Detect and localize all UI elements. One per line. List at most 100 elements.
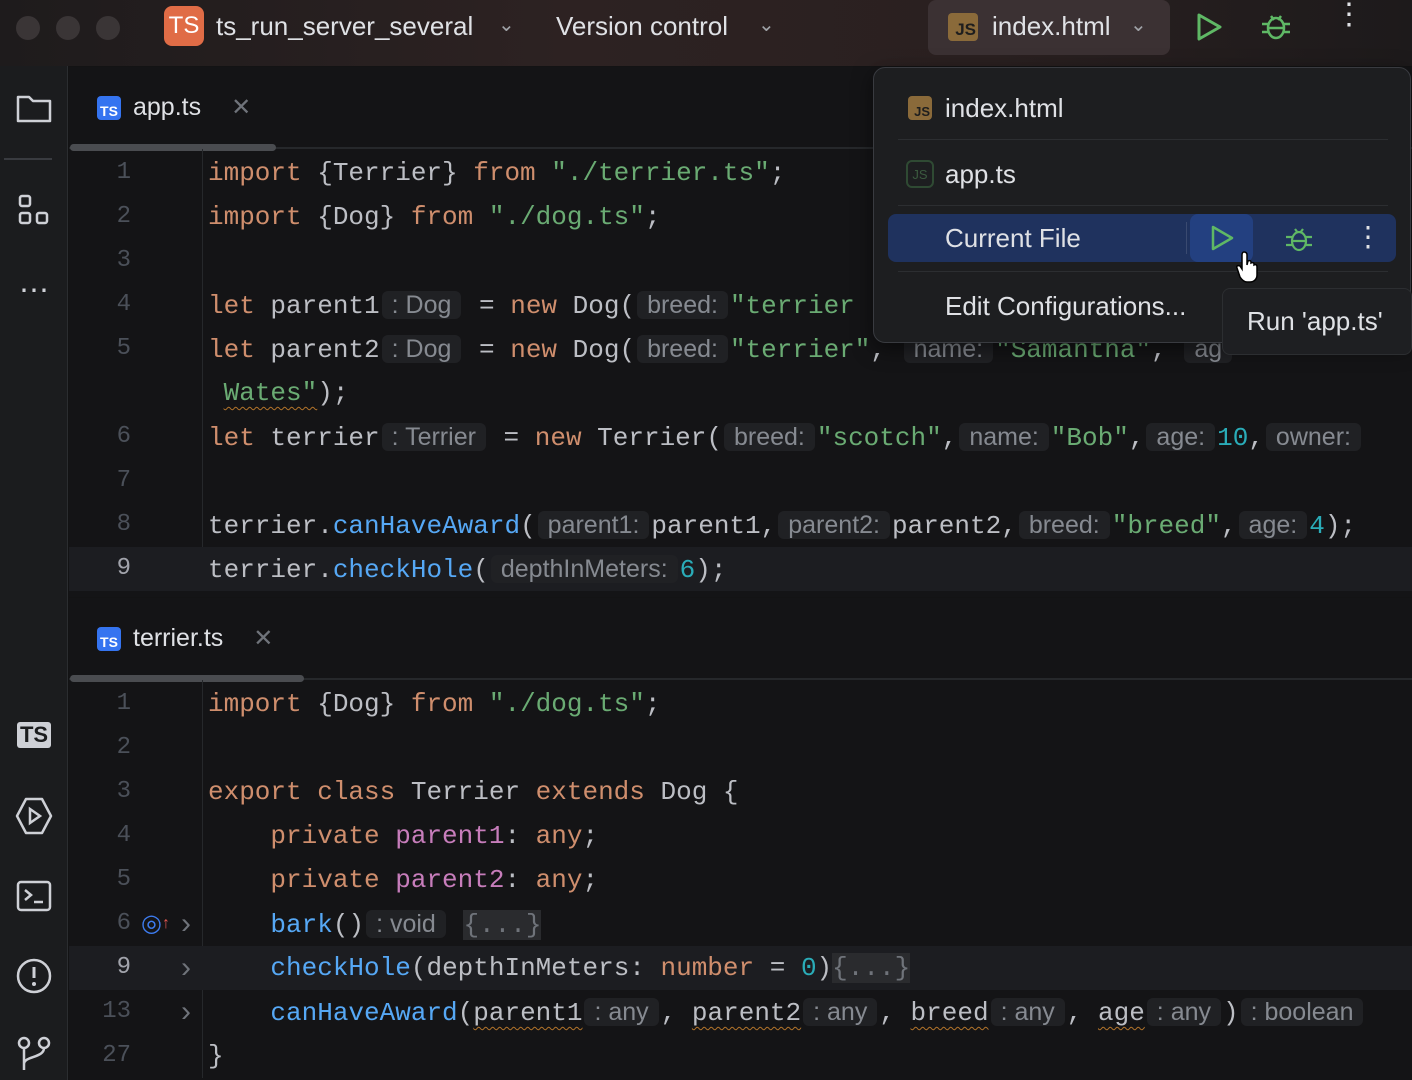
code-token: new: [535, 423, 597, 453]
inlay-hint: : any: [991, 998, 1065, 1026]
code-line[interactable]: 7: [69, 459, 1412, 503]
code-token: Dog(: [573, 291, 635, 321]
code-token: "./dog.ts": [489, 202, 645, 232]
problems-icon: [15, 957, 53, 995]
code-token: ;: [770, 158, 786, 188]
code-token: any: [536, 821, 583, 851]
hand-cursor-icon: [1236, 250, 1266, 284]
fold-chevron-icon[interactable]: ›: [181, 990, 191, 1034]
line-number: 13: [69, 990, 131, 1034]
code-line[interactable]: 27}: [69, 1034, 1412, 1078]
line-number: 9: [69, 547, 131, 591]
typescript-tool-button[interactable]: TS: [8, 709, 60, 761]
code-token: let: [208, 423, 270, 453]
inlay-hint: owner:: [1266, 423, 1361, 451]
git-tool-button[interactable]: [8, 1028, 60, 1080]
more-options-icon[interactable]: ⋮: [1354, 220, 1382, 253]
typescript-icon: TS: [17, 722, 51, 748]
close-tab-icon[interactable]: ✕: [231, 93, 251, 122]
code-line[interactable]: 5 private parent2: any;: [69, 858, 1412, 902]
divider: [4, 158, 52, 160]
code-line[interactable]: Wates");: [69, 371, 1412, 415]
inlay-hint: : boolean: [1241, 998, 1364, 1026]
code-token: [208, 953, 270, 983]
structure-tool-button[interactable]: [8, 184, 60, 236]
code-text: import {Dog} from "./dog.ts";: [208, 682, 661, 726]
code-line[interactable]: 9 terrier.checkHole(depthInMeters:6);: [69, 547, 1412, 591]
more-actions-icon[interactable]: ⋮: [1334, 8, 1354, 22]
run-icon[interactable]: [1194, 12, 1224, 42]
code-token: from: [473, 158, 551, 188]
code-token: Dog {: [661, 777, 739, 807]
code-text: terrier.checkHole(depthInMeters:6);: [208, 547, 726, 592]
code-line[interactable]: 6let terrier: Terrier = new Terrier(bree…: [69, 415, 1412, 459]
code-token: new: [510, 291, 572, 321]
popup-item-current-file[interactable]: Current File ⋮: [888, 214, 1396, 262]
inlay-hint: name:: [959, 423, 1048, 451]
debug-icon[interactable]: [1260, 10, 1292, 42]
code-line[interactable]: 8terrier.canHaveAward(parent1:parent1,pa…: [69, 503, 1412, 547]
run-config-selector[interactable]: JS index.html ⌄: [928, 0, 1170, 55]
code-token: any: [536, 865, 583, 895]
code-area[interactable]: 1import {Dog} from "./dog.ts";23export c…: [69, 680, 1412, 1078]
line-number: 5: [69, 327, 131, 371]
code-line[interactable]: 2: [69, 726, 1412, 770]
code-token: ,: [661, 998, 692, 1028]
overrides-method-icon[interactable]: ◎↑: [141, 902, 170, 946]
run-icon: [1209, 224, 1235, 252]
code-token: (: [520, 511, 536, 541]
code-token: ,: [942, 423, 958, 453]
code-line[interactable]: 13› canHaveAward(parent1: any, parent2: …: [69, 990, 1412, 1034]
code-token: checkHole: [270, 953, 410, 983]
code-line[interactable]: 4 private parent1: any;: [69, 814, 1412, 858]
line-number: 2: [69, 195, 131, 239]
project-selector[interactable]: ts_run_server_several: [216, 11, 473, 42]
code-token: import: [208, 202, 317, 232]
code-token: 10: [1217, 423, 1248, 453]
run-tooltip: Run 'app.ts': [1222, 288, 1412, 355]
terminal-tool-button[interactable]: [8, 870, 60, 922]
tab-label: terrier.ts: [133, 624, 223, 653]
close-tab-icon[interactable]: ✕: [253, 624, 273, 653]
debug-icon[interactable]: [1284, 224, 1314, 254]
code-line[interactable]: 9› checkHole(depthInMeters: number = 0){…: [69, 946, 1412, 990]
project-tool-button[interactable]: [8, 82, 60, 134]
window-close-button[interactable]: [16, 16, 40, 40]
code-token: "breed": [1112, 511, 1221, 541]
tab-app-ts[interactable]: TS app.ts ✕: [97, 93, 251, 122]
js-file-icon: JS: [948, 13, 978, 41]
window-minimize-button[interactable]: [56, 16, 80, 40]
code-token: extends: [536, 777, 661, 807]
line-number: 9: [69, 946, 131, 990]
folded-code[interactable]: {...}: [463, 910, 541, 940]
folded-code[interactable]: {...}: [832, 953, 910, 983]
fold-chevron-icon[interactable]: ›: [181, 902, 191, 946]
code-token: ,: [879, 998, 910, 1028]
code-token: private: [208, 865, 395, 895]
popup-item-app-ts[interactable]: JS app.ts: [888, 150, 1396, 198]
code-token: import: [208, 158, 317, 188]
code-token: let: [208, 335, 270, 365]
line-number: 5: [69, 858, 131, 902]
code-token: ,: [1129, 423, 1145, 453]
divider: [898, 205, 1388, 206]
code-token: terrier: [270, 423, 379, 453]
line-number: 6: [69, 415, 131, 459]
divider: [898, 271, 1388, 272]
code-token: );: [317, 378, 348, 408]
problems-tool-button[interactable]: [8, 950, 60, 1002]
window-zoom-button[interactable]: [96, 16, 120, 40]
services-tool-button[interactable]: [8, 790, 60, 842]
inlay-hint: age:: [1239, 511, 1308, 539]
code-token: ,: [1221, 511, 1237, 541]
tab-terrier-ts[interactable]: TS terrier.ts ✕: [97, 624, 273, 653]
popup-item-index-html[interactable]: JS index.html: [888, 84, 1396, 132]
code-line[interactable]: 6◎↑› bark(): void {...}: [69, 902, 1412, 946]
more-tools-icon[interactable]: ⋯: [8, 264, 60, 316]
vcs-menu[interactable]: Version control: [556, 11, 728, 42]
fold-chevron-icon[interactable]: ›: [181, 946, 191, 990]
run-config-label: index.html: [992, 11, 1111, 42]
code-token: 0: [801, 953, 817, 983]
code-line[interactable]: 1import {Dog} from "./dog.ts";: [69, 682, 1412, 726]
code-line[interactable]: 3export class Terrier extends Dog {: [69, 770, 1412, 814]
